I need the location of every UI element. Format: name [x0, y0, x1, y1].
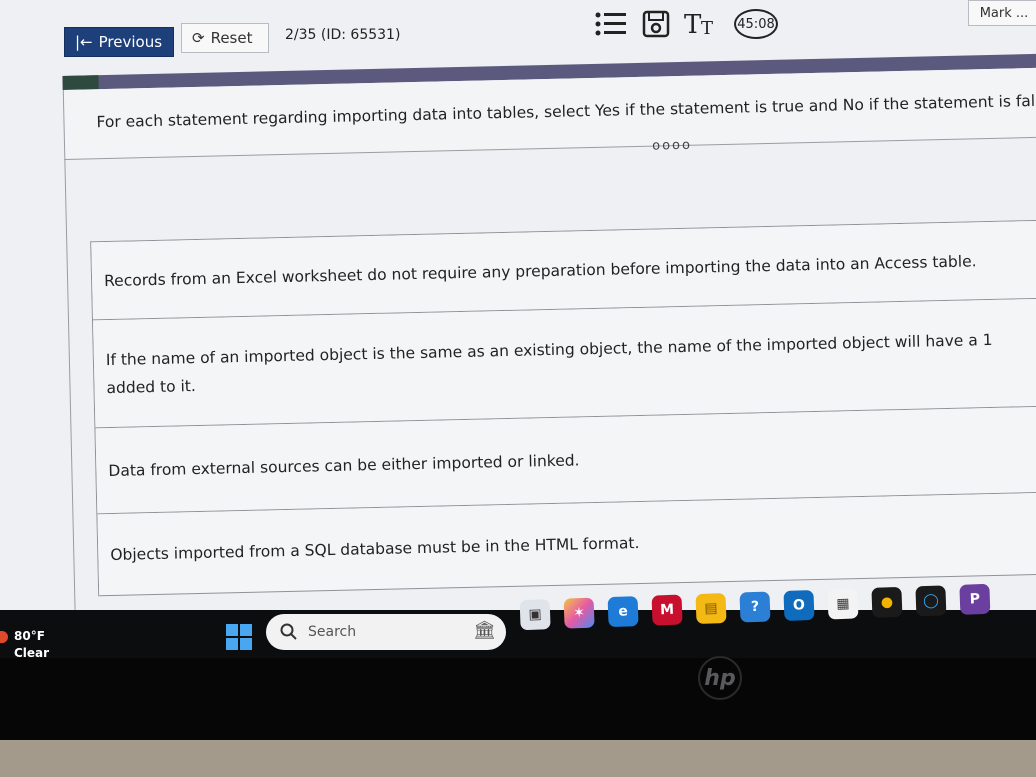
timer: 45:08 — [734, 9, 778, 39]
search-placeholder: Search — [308, 624, 357, 640]
cortana-icon[interactable]: ◯ — [915, 585, 947, 617]
edge-icon[interactable]: e — [607, 596, 639, 628]
weather-widget[interactable]: 80°F Clear — [14, 628, 49, 662]
previous-button[interactable]: |← Previous — [64, 27, 174, 57]
copilot-icon[interactable]: ✶ — [563, 597, 595, 629]
windows-taskbar: 80°F Clear Search 🏛 ▣ ✶ e M ▤ ? O ▦ ● ◯ … — [0, 583, 1036, 660]
exam-screen: |← Previous ⟳ Reset 2/35 (ID: 65531) T T — [0, 0, 1036, 610]
question-header-tab — [62, 75, 99, 90]
statement-table: Records from an Excel worksheet do not r… — [90, 219, 1036, 597]
temperature: 80°F — [14, 629, 45, 643]
taskbar-search[interactable]: Search 🏛 — [266, 614, 506, 650]
pdf-icon[interactable]: P — [959, 583, 991, 615]
question-area: For each statement regarding importing d… — [62, 34, 1036, 610]
reset-button[interactable]: ⟳ Reset — [181, 23, 269, 53]
laptop-hinge — [0, 740, 1036, 777]
question-id: 2/35 (ID: 65531) — [285, 27, 401, 43]
outlook-icon[interactable]: O — [783, 589, 815, 621]
previous-label: Previous — [98, 33, 163, 51]
statement-text: Data from external sources can be either… — [108, 450, 580, 480]
statement-row: If the name of an imported object is the… — [93, 298, 1036, 429]
mcafee-icon[interactable]: M — [651, 594, 683, 626]
svg-text:T: T — [701, 18, 713, 38]
text-size-icon[interactable]: T T — [684, 10, 720, 38]
chrome-icon[interactable]: ● — [871, 586, 903, 618]
windows-start-icon[interactable] — [226, 624, 252, 650]
reset-icon: ⟳ — [192, 29, 205, 47]
svg-text:T: T — [684, 10, 702, 38]
search-icon — [280, 623, 297, 640]
drag-handle-dots[interactable]: oooo — [652, 138, 692, 154]
task-view-icon[interactable]: ▣ — [519, 599, 551, 631]
previous-arrow-icon: |← — [75, 33, 93, 51]
statement-text: If the name of an imported object is the… — [105, 330, 993, 397]
tool-icons: T T 45:08 — [594, 6, 778, 42]
search-highlight-icon: 🏛 — [473, 620, 496, 641]
save-icon[interactable] — [642, 10, 670, 38]
statement-text: Objects imported from a SQL database mus… — [110, 533, 640, 564]
help-icon[interactable]: ? — [739, 591, 771, 623]
reset-label: Reset — [210, 29, 253, 47]
hp-logo: hp — [698, 656, 742, 700]
file-explorer-icon[interactable]: ▤ — [695, 593, 727, 625]
weather-alert-icon — [0, 631, 8, 643]
statement-text: Records from an Excel worksheet do not r… — [103, 251, 977, 290]
mark-button[interactable]: Mark ... — [968, 0, 1036, 26]
question-left-border — [64, 159, 76, 610]
store-icon[interactable]: ▦ — [827, 588, 859, 620]
list-icon[interactable] — [594, 10, 628, 38]
